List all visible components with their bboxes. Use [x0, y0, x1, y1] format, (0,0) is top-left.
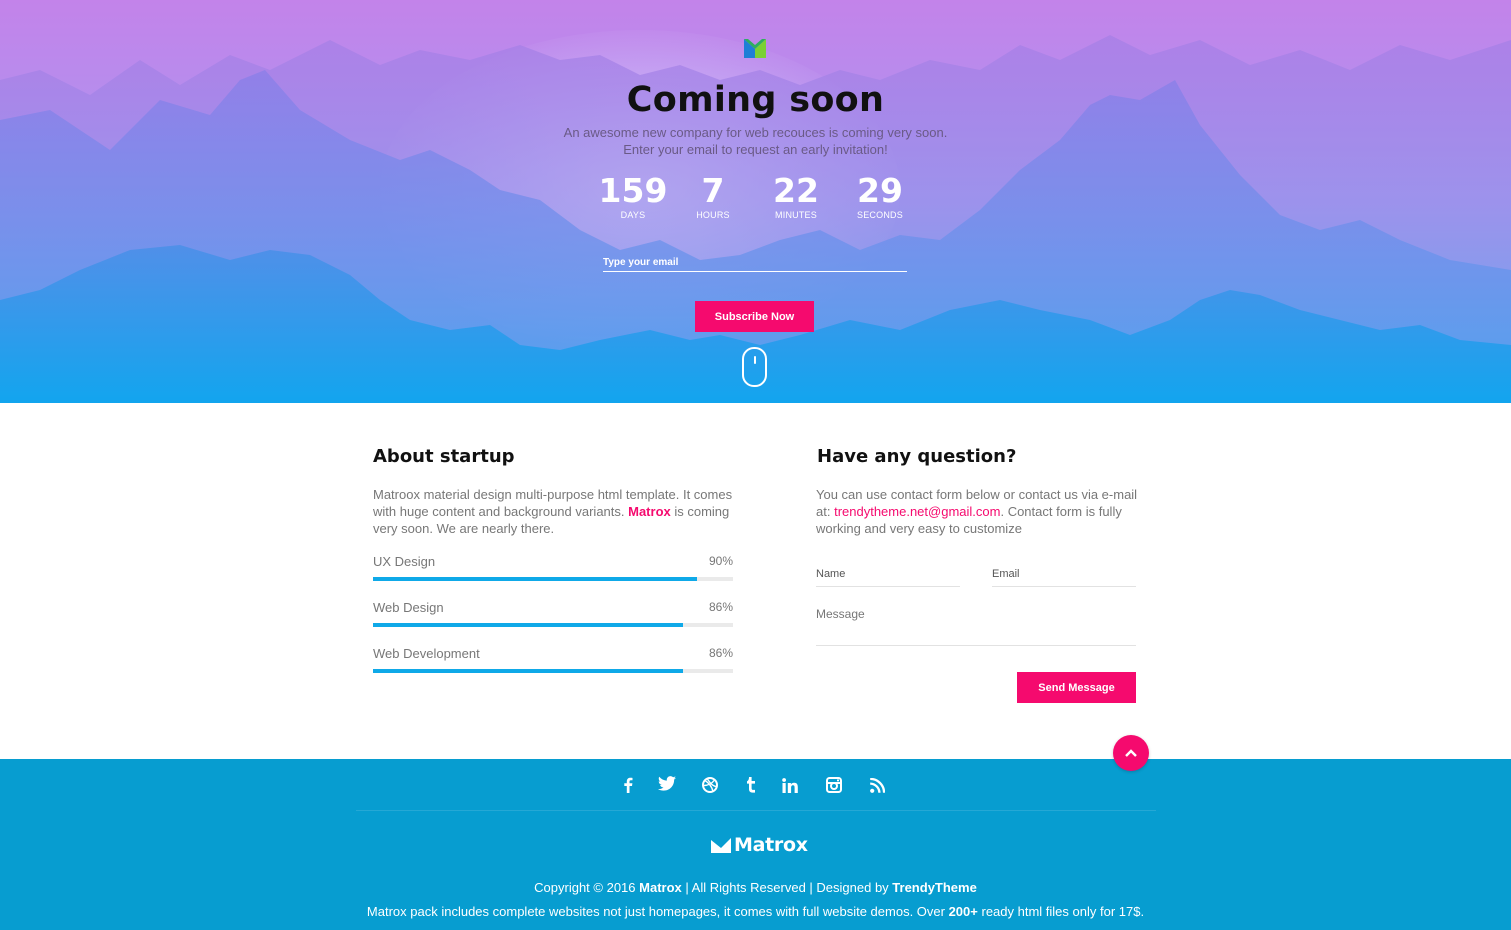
about-text-line2-pre: with huge content and background variant…: [373, 504, 629, 519]
skill-progress-track: [373, 577, 733, 581]
skill-web-design: Web Design 86%: [373, 600, 733, 630]
brand-logo-icon: [744, 39, 766, 58]
countdown-minutes-label: MINUTES: [775, 210, 817, 220]
footer-divider: [356, 810, 1156, 811]
subscribe-email-input[interactable]: [603, 256, 907, 272]
tumblr-icon[interactable]: [740, 777, 762, 793]
contact-text: You can use contact form below or contac…: [816, 486, 1156, 537]
hero-section: Coming soon An awesome new company for w…: [0, 0, 1511, 403]
countdown-timer: 159 DAYS 7 HOURS 22 MINUTES 29 SECONDS: [0, 172, 1511, 222]
promo-pre: Matrox pack includes complete websites n…: [366, 904, 949, 919]
about-title: About startup: [373, 446, 515, 467]
skill-name: Web Design: [373, 600, 444, 615]
about-text: Matroox material design multi-purpose ht…: [373, 486, 743, 537]
countdown-hours-value: 7: [701, 171, 725, 210]
countdown-minutes-value: 22: [773, 171, 819, 210]
copyright-text: Copyright © 2016 Matrox | All Rights Res…: [0, 880, 1511, 895]
subscribe-button[interactable]: Subscribe Now: [695, 301, 814, 332]
email-field[interactable]: [992, 586, 1136, 587]
footer-logo-icon: [711, 837, 731, 853]
skill-percent: 90%: [708, 554, 733, 568]
instagram-icon[interactable]: [823, 777, 845, 793]
hero-subtitle-line1: An awesome new company for web recouces …: [563, 125, 948, 140]
countdown-minutes: 22 MINUTES: [756, 171, 836, 221]
skill-progress-fill: [373, 623, 683, 627]
footer: Matrox Copyright © 2016 Matrox | All Rig…: [0, 759, 1511, 930]
skill-ux-design: UX Design 90%: [373, 554, 733, 584]
promo-post: ready html files only for 17$.: [977, 904, 1145, 919]
contact-title: Have any question?: [817, 446, 1017, 467]
scroll-mouse-icon[interactable]: [742, 347, 767, 387]
countdown-seconds: 29 SECONDS: [840, 171, 920, 221]
countdown-seconds-label: SECONDS: [857, 210, 903, 220]
about-text-line3: very soon. We are nearly there.: [373, 521, 555, 536]
skill-name: UX Design: [373, 554, 436, 569]
about-brand-link[interactable]: Matrox: [628, 504, 671, 519]
countdown-hours-label: HOURS: [696, 210, 730, 220]
countdown-days: 159 DAYS: [593, 171, 673, 221]
hero-subtitle-line2: Enter your email to request an early inv…: [623, 142, 888, 157]
dribbble-icon[interactable]: [699, 777, 721, 793]
message-field[interactable]: [816, 645, 1136, 646]
footer-logo-text: Matrox: [734, 834, 808, 856]
contact-email-link[interactable]: trendytheme.net@gmail.com: [834, 504, 1000, 519]
skill-name: Web Development: [373, 646, 480, 661]
promo-count: 200+: [948, 904, 978, 919]
contact-text-line2-pre: at:: [816, 504, 835, 519]
promo-text: Matrox pack includes complete websites n…: [0, 904, 1511, 919]
skill-progress-fill: [373, 577, 697, 581]
send-message-button[interactable]: Send Message: [1017, 672, 1136, 703]
footer-logo[interactable]: Matrox: [711, 834, 808, 856]
skill-progress-fill: [373, 669, 683, 673]
name-field[interactable]: [816, 586, 960, 587]
skill-web-development: Web Development 86%: [373, 646, 733, 676]
skill-progress-track: [373, 669, 733, 673]
about-text-line2-post: is coming: [670, 504, 730, 519]
twitter-icon[interactable]: [656, 775, 678, 791]
facebook-icon[interactable]: [617, 777, 639, 793]
chevron-up-icon: [1125, 749, 1137, 757]
skill-progress-track: [373, 623, 733, 627]
about-text-line1: Matroox material design multi-purpose ht…: [373, 487, 733, 502]
countdown-days-label: DAYS: [620, 210, 646, 220]
copyright-brand[interactable]: Matrox: [639, 880, 682, 895]
countdown-seconds-value: 29: [857, 171, 903, 210]
skill-percent: 86%: [708, 600, 733, 614]
rss-icon[interactable]: [866, 777, 888, 793]
copyright-designer[interactable]: TrendyTheme: [892, 880, 977, 895]
countdown-hours: 7 HOURS: [673, 171, 753, 221]
about-text-line2: with huge content and background variant…: [373, 503, 743, 520]
name-field-label[interactable]: Name: [816, 568, 845, 580]
contact-text-line2: at: trendytheme.net@gmail.com. Contact f…: [816, 503, 1156, 520]
message-field-label[interactable]: Message: [816, 607, 865, 621]
page-title: Coming soon: [626, 80, 885, 120]
copyright-pre: Copyright © 2016: [534, 880, 640, 895]
contact-text-line2-post: . Contact form is fully: [1000, 504, 1122, 519]
contact-text-line3: working and very easy to customize: [816, 521, 1022, 536]
countdown-days-value: 159: [598, 171, 668, 210]
linkedin-icon[interactable]: [779, 777, 801, 793]
email-field-label[interactable]: Email: [992, 568, 1020, 580]
copyright-mid: | All Rights Reserved | Designed by: [681, 880, 893, 895]
scroll-to-top-button[interactable]: [1113, 735, 1149, 771]
contact-text-line1: You can use contact form below or contac…: [816, 487, 1138, 502]
skill-percent: 86%: [708, 646, 733, 660]
